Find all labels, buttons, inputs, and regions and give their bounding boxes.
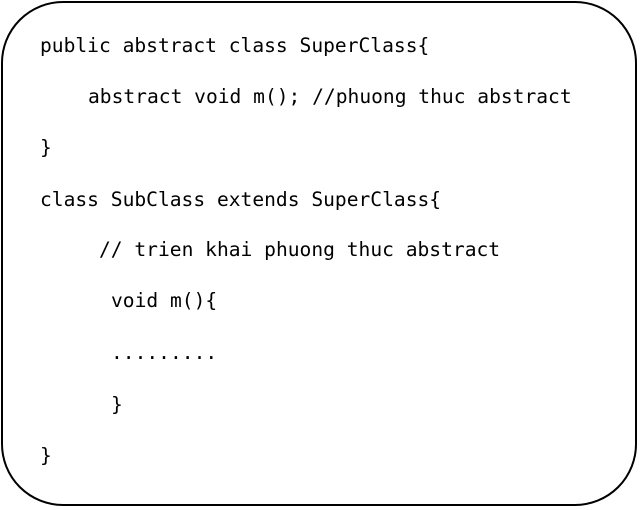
code-line: public abstract class SuperClass{	[40, 34, 430, 57]
code-line: .........	[111, 341, 218, 364]
code-comment: // trien khai phuong thuc abstract	[99, 238, 501, 261]
code-line: void m(){	[111, 289, 218, 312]
code-line: }	[40, 444, 52, 467]
code-line: abstract void m(); //phuong thuc abstrac…	[88, 85, 572, 108]
code-line: class SubClass extends SuperClass{	[40, 188, 442, 211]
code-line: }	[40, 136, 52, 159]
code-line: }	[111, 393, 123, 416]
